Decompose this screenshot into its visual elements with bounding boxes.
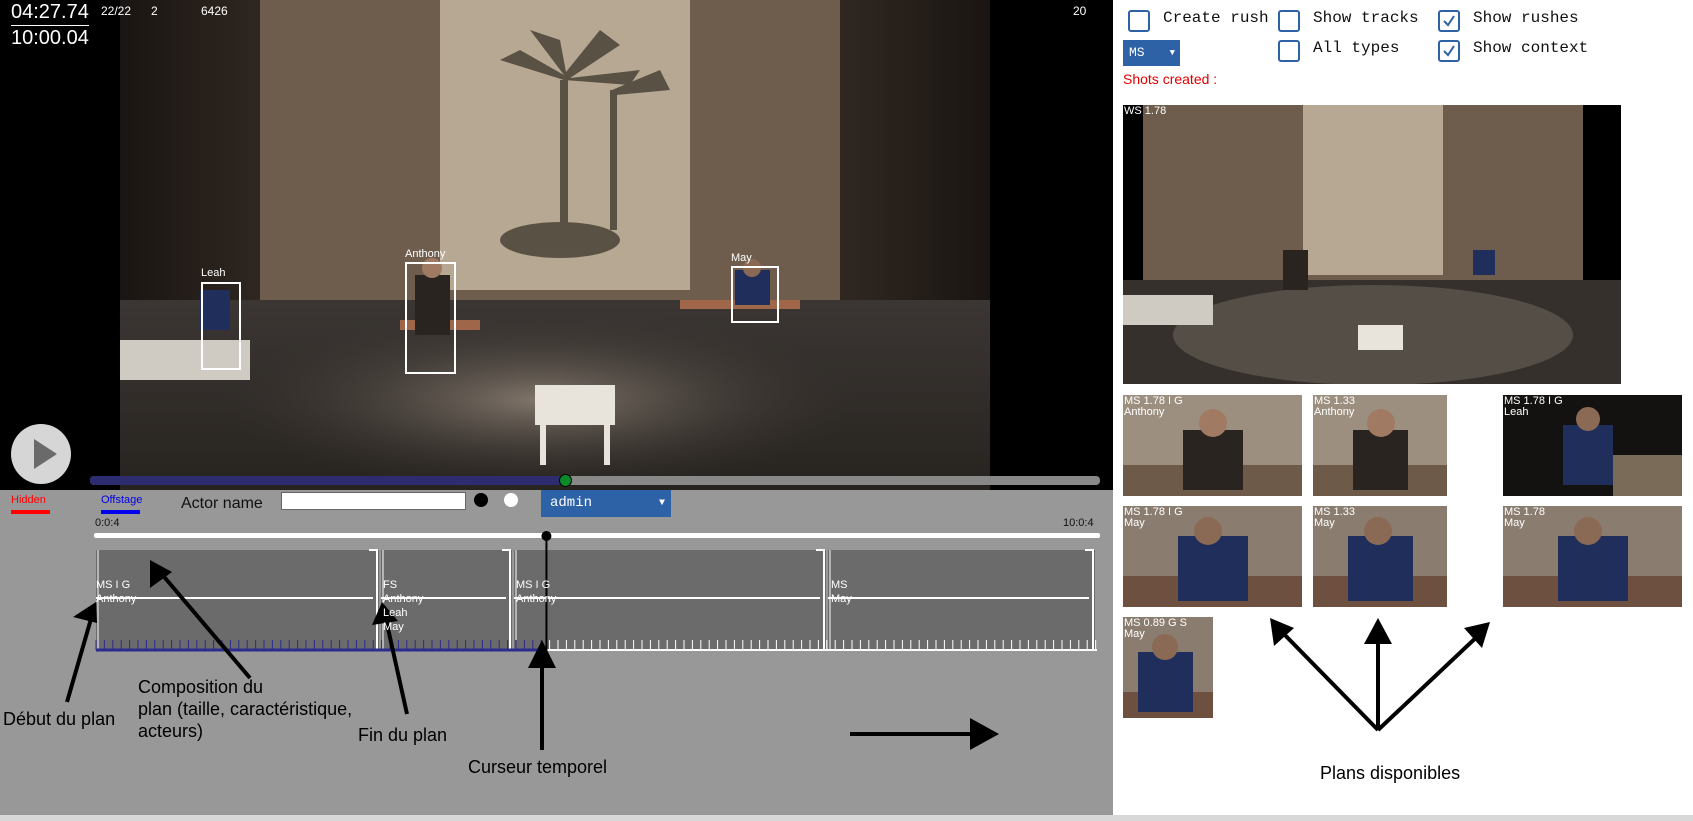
stage-scene — [90, 0, 1100, 490]
actor-box-may[interactable] — [731, 266, 779, 323]
frame-number: 6426 — [201, 4, 228, 18]
show-tracks-checkbox[interactable] — [1278, 10, 1300, 32]
rush-label: MS 0.89 G S May — [1124, 617, 1187, 640]
timeline-panel: Hidden Offstage Actor name admin ▼ 0:0:4… — [0, 490, 1113, 815]
check-icon — [1443, 15, 1455, 27]
total-duration: 10:00.04 — [11, 27, 89, 49]
current-timecode: 04:27.74 — [11, 0, 89, 26]
plans-arrows — [1270, 618, 1490, 732]
annotation-curseur: Curseur temporel — [468, 757, 608, 777]
shot-block — [96, 550, 379, 650]
rush-label: MS 1.33 May — [1314, 506, 1355, 529]
show-tracks-label: Show tracks — [1313, 9, 1419, 27]
shot-type-select[interactable]: MS ▼ — [1123, 40, 1180, 66]
shot-type: MS I G — [96, 579, 131, 591]
create-rush-label: Create rush — [1163, 9, 1269, 27]
rush-label: MS 1.33 Anthony — [1314, 395, 1355, 418]
time-cursor-knob — [541, 531, 552, 541]
video-player[interactable]: 04:27.74 10:00.04 22/22 2 6426 20 Leah A… — [0, 0, 1113, 490]
play-button[interactable] — [11, 424, 71, 484]
scrub-track — [94, 533, 1100, 538]
annotation-composition: Composition du plan (taille, caractérist… — [138, 677, 353, 741]
shot-actors: Anthony — [96, 593, 137, 605]
actor-box-anthony[interactable] — [405, 262, 456, 374]
progress-handle[interactable] — [558, 474, 572, 487]
show-rushes-label: Show rushes — [1473, 9, 1579, 27]
create-rush-checkbox[interactable] — [1128, 10, 1150, 32]
bottom-strip — [0, 815, 1693, 821]
frame-counter: 22/22 — [101, 4, 132, 18]
rush-label: MS 1.78 May — [1504, 506, 1545, 529]
chevron-down-icon: ▼ — [1169, 48, 1175, 58]
stat-a: 2 — [151, 4, 158, 18]
stat-b: 20 — [1073, 4, 1087, 18]
shot-actors: Anthony Leah May — [383, 593, 424, 633]
actor-box-leah[interactable] — [201, 282, 241, 370]
rush-label: WS 1.78 — [1124, 105, 1167, 117]
rush-thumb-3[interactable]: MS 1.78 I G Leah — [1503, 395, 1682, 496]
rush-label: MS 1.78 I G Anthony — [1124, 395, 1183, 418]
shot-type: FS — [383, 579, 398, 591]
actor-label-may: May — [731, 252, 752, 264]
shot-actors: Anthony — [516, 593, 557, 605]
rush-label: MS 1.78 I G May — [1124, 506, 1183, 529]
play-icon — [34, 439, 57, 469]
shot-label-2: FS Anthony Leah May — [383, 550, 423, 662]
annotation-fin: Fin du plan — [358, 725, 448, 745]
shot-block — [514, 550, 826, 650]
rush-thumb-2[interactable]: MS 1.33 Anthony — [1313, 395, 1447, 496]
annotation-plans: Plans disponibles — [1320, 763, 1461, 783]
shot-type-select-value: MS — [1129, 45, 1145, 60]
show-rushes-checkbox[interactable] — [1438, 10, 1460, 32]
check-icon — [1443, 45, 1455, 57]
actor-label-leah: Leah — [201, 267, 226, 279]
shot-label-3: MS I G Anthony — [516, 550, 556, 634]
shot-type: MS I G — [516, 579, 551, 591]
rush-label: MS 1.78 I G Leah — [1504, 395, 1563, 418]
actor-label-anthony: Anthony — [405, 248, 446, 260]
shot-block — [828, 550, 1095, 650]
shot-type: MS — [831, 579, 848, 591]
annotation-debut: Début du plan — [3, 709, 116, 729]
rush-thumb-6[interactable]: MS 1.78 May — [1503, 506, 1682, 607]
all-types-checkbox[interactable] — [1278, 40, 1300, 62]
rush-thumb-4[interactable]: MS 1.78 I G May — [1123, 506, 1302, 607]
rush-thumb-5[interactable]: MS 1.33 May — [1313, 506, 1447, 607]
rush-main[interactable]: WS 1.78 — [1123, 105, 1621, 384]
shot-label-1: MS I G Anthony — [96, 550, 136, 634]
rush-main-image — [1123, 105, 1621, 384]
rush-thumb-7[interactable]: MS 0.89 G S May — [1123, 617, 1213, 718]
shots-created-label: Shots created : — [1123, 71, 1218, 87]
rush-thumb-1[interactable]: MS 1.78 I G Anthony — [1123, 395, 1302, 496]
show-context-checkbox[interactable] — [1438, 40, 1460, 62]
shot-actors: May — [831, 593, 852, 605]
all-types-label: All types — [1313, 39, 1400, 57]
shot-label-4: MS May — [831, 550, 852, 634]
show-context-label: Show context — [1473, 39, 1589, 57]
